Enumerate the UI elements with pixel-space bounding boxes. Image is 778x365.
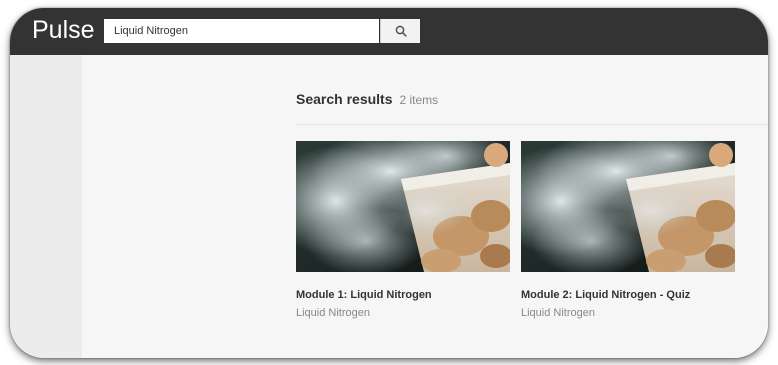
result-subtitle: Liquid Nitrogen [296, 307, 370, 319]
search-icon [395, 25, 407, 37]
results-header: Search results 2 items [296, 91, 438, 107]
result-card[interactable]: Module 2: Liquid Nitrogen - Quiz Liquid … [521, 141, 735, 319]
sidebar [10, 55, 82, 358]
liquid-nitrogen-cup-image[interactable] [296, 141, 510, 272]
app-logo[interactable]: Pulse [32, 16, 95, 45]
search-input[interactable] [104, 19, 379, 43]
search-button[interactable] [380, 19, 420, 43]
app-window: Pulse Search results 2 items [10, 8, 768, 358]
result-title[interactable]: Module 1: Liquid Nitrogen [296, 289, 510, 301]
results-title: Search results [296, 91, 393, 107]
result-subtitle: Liquid Nitrogen [521, 307, 595, 319]
top-bar: Pulse [10, 8, 768, 55]
results-count: 2 items [399, 93, 439, 107]
result-title[interactable]: Module 2: Liquid Nitrogen - Quiz [521, 289, 735, 301]
liquid-nitrogen-cup-image[interactable] [521, 141, 735, 272]
divider [296, 124, 768, 125]
result-card[interactable]: Module 1: Liquid Nitrogen Liquid Nitroge… [296, 141, 510, 319]
